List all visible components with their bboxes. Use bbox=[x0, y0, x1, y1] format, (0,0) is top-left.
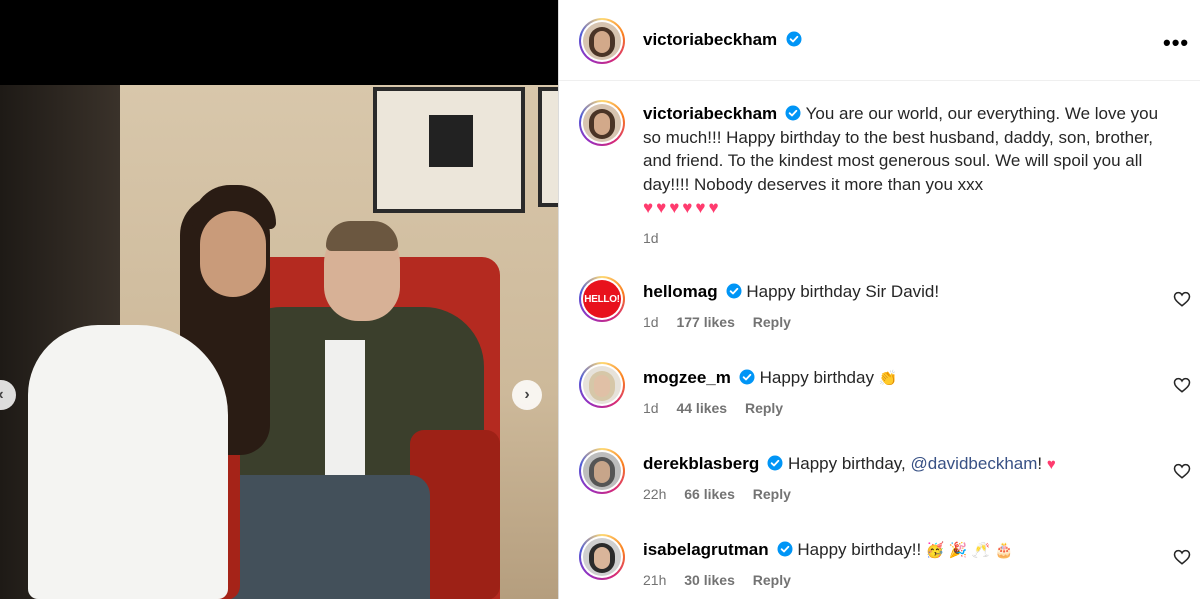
commenter-avatar[interactable] bbox=[579, 362, 625, 408]
verified-icon bbox=[767, 455, 783, 471]
comment-item: isabelagrutman Happy birthday!! 🥳 🎉 🥂 🎂 … bbox=[579, 534, 1191, 604]
comment-item: derekblasberg Happy birthday, @davidbeck… bbox=[579, 448, 1191, 518]
comment-text: Happy birthday, bbox=[787, 454, 906, 473]
verified-icon bbox=[726, 283, 742, 299]
verified-icon bbox=[785, 105, 801, 121]
comment-timestamp[interactable]: 1d bbox=[643, 400, 659, 416]
reply-button[interactable]: Reply bbox=[753, 314, 791, 330]
reply-button[interactable]: Reply bbox=[745, 400, 783, 416]
heart-emojis: ♥♥♥♥♥♥ bbox=[643, 198, 722, 217]
comment-item: mogzee_m Happy birthday 👏 1d 44 likes Re… bbox=[579, 362, 1191, 432]
comment-likes[interactable]: 30 likes bbox=[684, 572, 735, 588]
post-media[interactable]: ‹ › bbox=[0, 0, 558, 599]
commenter-avatar[interactable]: HELLO! bbox=[579, 276, 625, 322]
comment-likes[interactable]: 44 likes bbox=[676, 400, 727, 416]
verified-icon bbox=[777, 541, 793, 557]
comment-text-suffix: ! bbox=[1037, 454, 1043, 473]
caption-username[interactable]: victoriabeckham bbox=[643, 104, 777, 123]
comment-timestamp[interactable]: 21h bbox=[643, 572, 666, 588]
verified-icon bbox=[739, 369, 755, 385]
clap-emoji: 👏 bbox=[878, 370, 898, 387]
commenter-username[interactable]: derekblasberg bbox=[643, 454, 759, 473]
reply-button[interactable]: Reply bbox=[753, 572, 791, 588]
party-emojis: 🥳 🎉 🥂 🎂 bbox=[925, 542, 1014, 559]
comment-text: Happy birthday!! bbox=[797, 540, 922, 559]
commenter-avatar[interactable] bbox=[579, 534, 625, 580]
like-heart-icon[interactable] bbox=[1173, 290, 1191, 308]
comment-likes[interactable]: 177 likes bbox=[676, 314, 734, 330]
comment-text: Happy birthday Sir David! bbox=[746, 282, 940, 301]
hello-logo: HELLO! bbox=[583, 280, 621, 318]
commenter-username[interactable]: isabelagrutman bbox=[643, 540, 769, 559]
author-avatar[interactable] bbox=[579, 18, 625, 64]
commenter-username[interactable]: hellomag bbox=[643, 282, 718, 301]
wall-frame bbox=[373, 87, 525, 213]
comment-likes[interactable]: 66 likes bbox=[684, 486, 735, 502]
caption-timestamp[interactable]: 1d bbox=[643, 230, 659, 246]
post-photo bbox=[0, 85, 558, 599]
caption-avatar[interactable] bbox=[579, 100, 625, 146]
author-username[interactable]: victoriabeckham bbox=[643, 30, 777, 49]
next-photo-button[interactable]: › bbox=[512, 380, 542, 410]
mention-link[interactable]: @davidbeckham bbox=[911, 454, 1038, 473]
like-heart-icon[interactable] bbox=[1173, 548, 1191, 566]
post-sidebar: victoriabeckham ••• victoriabeckham You … bbox=[558, 0, 1200, 599]
comment-item: HELLO! hellomag Happy birthday Sir David… bbox=[579, 276, 1191, 346]
post-header: victoriabeckham ••• bbox=[559, 0, 1200, 81]
more-options-icon[interactable]: ••• bbox=[1163, 30, 1189, 56]
comment-timestamp[interactable]: 1d bbox=[643, 314, 659, 330]
comment-timestamp[interactable]: 22h bbox=[643, 486, 666, 502]
commenter-username[interactable]: mogzee_m bbox=[643, 368, 731, 387]
reply-button[interactable]: Reply bbox=[753, 486, 791, 502]
like-heart-icon[interactable] bbox=[1173, 462, 1191, 480]
commenter-avatar[interactable] bbox=[579, 448, 625, 494]
heart-emoji: ♥ bbox=[1046, 456, 1056, 473]
verified-icon bbox=[786, 31, 802, 47]
comment-text: Happy birthday bbox=[759, 368, 874, 387]
like-heart-icon[interactable] bbox=[1173, 376, 1191, 394]
